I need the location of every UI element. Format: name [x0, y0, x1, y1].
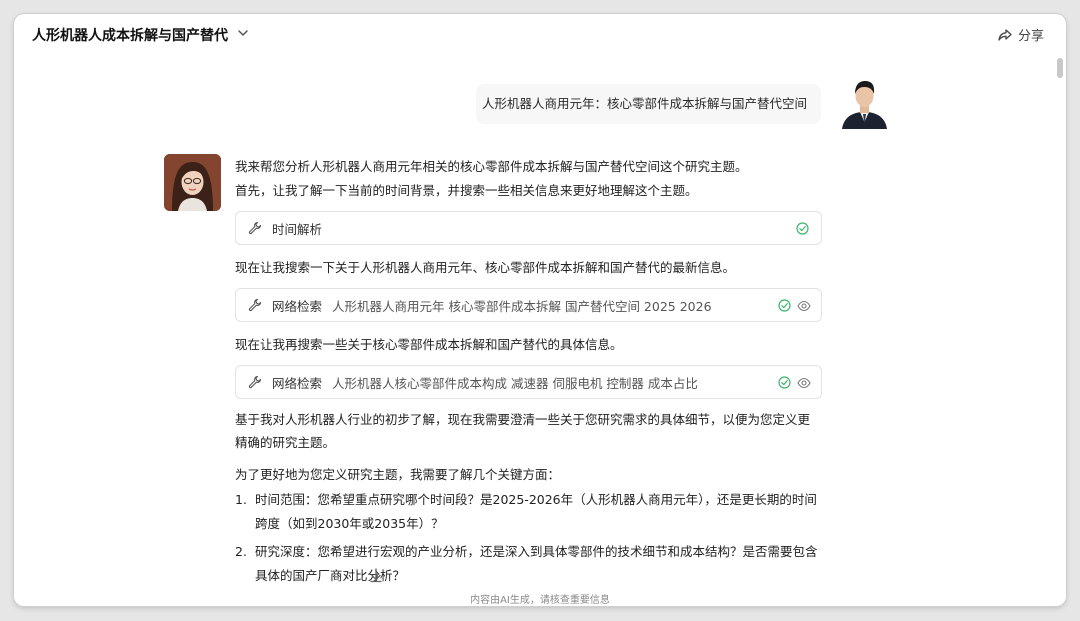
wrench-icon — [248, 298, 262, 312]
share-button[interactable]: 分享 — [997, 25, 1044, 44]
share-label: 分享 — [1017, 29, 1044, 44]
user-message: 人形机器人商用元年：核心零部件成本拆解与国产替代空间 — [476, 84, 821, 124]
eye-icon[interactable] — [797, 377, 811, 389]
check-circle-icon — [796, 222, 809, 235]
ai-text-after-tool-1: 现在让我搜索一下关于人形机器人商用元年、核心零部件成本拆解和国产替代的最新信息。 — [235, 260, 736, 275]
list-item: 1. 时间范围：您希望重点研究哪个时间段？是2025-2026年（人形机器人商用… — [235, 488, 825, 536]
chevron-down-icon[interactable] — [236, 26, 250, 40]
ai-text-after-tool-2: 现在让我再搜索一些关于核心零部件成本拆解和国产替代的具体信息。 — [235, 337, 623, 352]
tool-name: 时间解析 — [272, 221, 323, 237]
ai-intro-line-2: 首先，让我了解一下当前的时间背景，并搜索一些相关信息来更好地理解这个主题。 — [235, 183, 698, 198]
app-window: 人形机器人成本拆解与国产替代 分享 人形机器人商用元年：核心零部件成本拆解与国产… — [14, 14, 1066, 606]
ai-para-4: 为了更好地为您定义研究主题，我需要了解几个关键方面： — [235, 467, 561, 482]
share-icon — [998, 28, 1012, 41]
ai-para-3-line-1: 基于我对人形机器人行业的初步了解，现在我需要澄清一些关于您研究需求的具体细节，以… — [235, 412, 811, 427]
check-circle-icon — [778, 299, 791, 312]
list-item-line-2: 跨度（如到2030年或2035年）？ — [255, 516, 444, 531]
arrow-down-icon[interactable] — [368, 567, 384, 583]
scrollbar[interactable] — [1057, 58, 1063, 78]
check-circle-icon — [778, 376, 791, 389]
eye-icon[interactable] — [797, 300, 811, 312]
tool-query: 人形机器人核心零部件成本构成 减速器 伺服电机 控制器 成本占比 — [332, 375, 698, 391]
tool-call-card[interactable]: 网络检索 人形机器人商用元年 核心零部件成本拆解 国产替代空间 2025 202… — [235, 288, 822, 322]
ai-para-3-line-2: 精确的研究主题。 — [235, 435, 336, 450]
tool-query: 人形机器人商用元年 核心零部件成本拆解 国产替代空间 2025 2026 — [332, 298, 712, 314]
ai-disclaimer: 内容由AI生成，请核查重要信息 — [470, 595, 610, 606]
user-avatar — [836, 72, 893, 129]
tool-name: 网络检索 — [272, 375, 323, 391]
list-item-line-1: 时间范围：您希望重点研究哪个时间段？是2025-2026年（人形机器人商用元年）… — [255, 492, 817, 507]
list-item-line-1: 研究深度：您希望进行宏观的产业分析，还是深入到具体零部件的技术细节和成本结构？是… — [255, 544, 818, 559]
question-list: 1. 时间范围：您希望重点研究哪个时间段？是2025-2026年（人形机器人商用… — [235, 488, 825, 588]
list-number: 1. — [235, 492, 247, 507]
tool-call-card[interactable]: 网络检索 人形机器人核心零部件成本构成 减速器 伺服电机 控制器 成本占比 — [235, 365, 822, 399]
wrench-icon — [248, 221, 262, 235]
ai-intro-line-1: 我来帮您分析人形机器人商用元年相关的核心零部件成本拆解与国产替代空间这个研究主题… — [235, 159, 748, 174]
list-number: 2. — [235, 544, 247, 559]
wrench-icon — [248, 375, 262, 389]
ai-avatar — [164, 154, 221, 211]
tool-name: 网络检索 — [272, 298, 323, 314]
conversation-title[interactable]: 人形机器人成本拆解与国产替代 — [32, 25, 228, 45]
tool-call-card[interactable]: 时间解析 — [235, 211, 822, 245]
header: 人形机器人成本拆解与国产替代 分享 — [14, 14, 1066, 54]
